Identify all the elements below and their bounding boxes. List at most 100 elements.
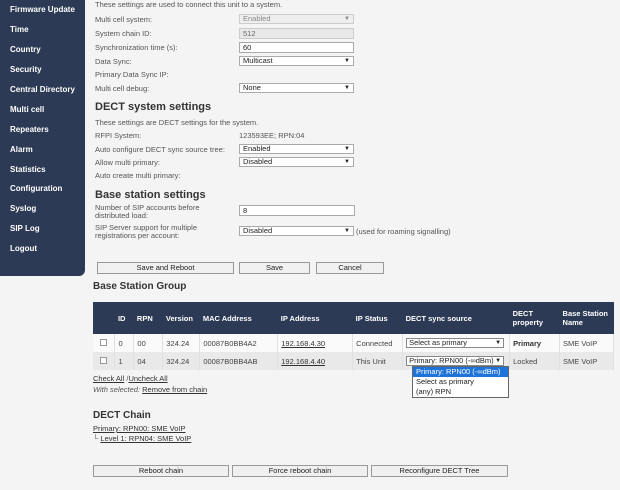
chevron-down-icon: ▼	[344, 16, 350, 22]
with-selected-label: With selected:	[93, 385, 141, 394]
cell-status: This Unit	[352, 352, 404, 370]
row-checkbox[interactable]	[100, 356, 108, 364]
sidebar-item-multi-cell[interactable]: Multi cell	[10, 105, 44, 114]
row-checkbox[interactable]	[100, 338, 108, 346]
sidebar-item-security[interactable]: Security	[10, 65, 42, 74]
multi-cell-system-select: Enabled ▼	[239, 14, 354, 24]
uncheck-all-link[interactable]: Uncheck All	[128, 374, 167, 383]
chain-primary-link[interactable]: Primary: RPN00: SME VoIP	[93, 424, 186, 433]
cell-name: SME VoIP	[559, 334, 614, 352]
cell-property: Locked	[509, 352, 561, 370]
reconfigure-dect-tree-button[interactable]: Reconfigure DECT Tree	[371, 465, 508, 477]
auto-create-label: Auto create multi primary:	[95, 171, 181, 180]
reboot-chain-button[interactable]: Reboot chain	[93, 465, 229, 477]
data-sync-label: Data Sync:	[95, 57, 132, 66]
chevron-down-icon: ▼	[344, 228, 350, 234]
cell-mac: 00087B0BB4A2	[199, 334, 279, 352]
dect-intro: These settings are DECT settings for the…	[95, 118, 259, 127]
debug-select[interactable]: None ▼	[239, 83, 354, 93]
ip-link[interactable]: 192.168.4.40	[281, 357, 325, 366]
sidebar-item-statistics[interactable]: Statistics	[10, 165, 46, 174]
check-all-link[interactable]: Check All	[93, 374, 124, 383]
col-version: Version	[162, 302, 200, 334]
cell-id: 0	[114, 334, 135, 352]
rfpi-value: 123593EE; RPN:04	[239, 131, 305, 140]
ip-link[interactable]: 192.168.4.30	[281, 339, 325, 348]
sidebar-item-country[interactable]: Country	[10, 45, 41, 54]
sip-accounts-label-2: distributed load:	[95, 211, 148, 220]
force-reboot-chain-button[interactable]: Force reboot chain	[232, 465, 368, 477]
col-ip-status: IP Status	[352, 302, 403, 334]
sip-server-note: (used for roaming signalling)	[356, 227, 451, 236]
system-chain-id-label: System chain ID:	[95, 29, 152, 38]
sidebar-item-configuration[interactable]: Configuration	[10, 184, 62, 193]
primary-sync-ip-label: Primary Data Sync IP:	[95, 70, 169, 79]
col-rpn: RPN	[133, 302, 163, 334]
sidebar-item-firmware-update[interactable]: Firmware Update	[10, 5, 75, 14]
chevron-down-icon: ▼	[495, 358, 502, 364]
multicell-intro: These settings are used to connect this …	[95, 0, 283, 9]
sidebar-item-repeaters[interactable]: Repeaters	[10, 125, 49, 134]
dect-heading: DECT system settings	[95, 101, 212, 113]
check-links: Check All /Uncheck All	[93, 374, 168, 383]
col-name: Base Station Name	[559, 302, 614, 334]
chain-level1-link[interactable]: Level 1: RPN04: SME VoIP	[100, 434, 191, 443]
sync-time-label: Synchronization time (s):	[95, 43, 178, 52]
allow-multi-select[interactable]: Disabled ▼	[239, 157, 354, 167]
table-row: 1 04 324.24 00087B0BB4AB 192.168.4.40 Th…	[93, 352, 614, 370]
remove-from-chain-link[interactable]: Remove from chain	[142, 385, 207, 394]
sidebar-item-syslog[interactable]: Syslog	[10, 204, 36, 213]
sip-server-select[interactable]: Disabled ▼	[239, 226, 354, 236]
sip-accounts-field[interactable]: 8	[239, 205, 355, 216]
auto-cfg-select[interactable]: Enabled ▼	[239, 144, 354, 154]
cell-name: SME VoIP	[559, 352, 614, 370]
cell-rpn: 04	[133, 352, 164, 370]
cell-rpn: 00	[133, 334, 164, 352]
sidebar-nav: Firmware Update Time Country Security Ce…	[0, 0, 85, 276]
with-selected-row: With selected: Remove from chain	[93, 385, 207, 394]
system-chain-id-field: 512	[239, 28, 354, 39]
allow-multi-label: Allow multi primary:	[95, 158, 161, 167]
col-property: DECT property	[509, 302, 560, 334]
sync-time-field[interactable]: 60	[239, 42, 354, 53]
chevron-down-icon: ▼	[495, 340, 502, 346]
cell-version: 324.24	[162, 334, 201, 352]
sip-server-label-2: registrations per account:	[95, 231, 180, 240]
table-header-row: ID RPN Version MAC Address IP Address IP…	[93, 302, 614, 334]
chain-heading: DECT Chain	[93, 410, 151, 421]
rfpi-label: RFPI System:	[95, 131, 142, 140]
col-mac: MAC Address	[199, 302, 278, 334]
sidebar-item-sip-log[interactable]: SIP Log	[10, 224, 40, 233]
tree-branch-icon: └	[93, 434, 99, 443]
dropdown-option[interactable]: (any) RPN	[413, 387, 508, 397]
cell-property: Primary	[509, 334, 561, 352]
col-checkbox	[93, 302, 115, 334]
save-button[interactable]: Save	[239, 262, 310, 274]
data-sync-select[interactable]: Multicast ▼	[239, 56, 354, 66]
col-sync: DECT sync source	[402, 302, 510, 334]
chevron-down-icon: ▼	[344, 58, 350, 64]
sidebar-item-central-directory[interactable]: Central Directory	[10, 85, 75, 94]
dropdown-option[interactable]: Primary: RPN00 (-∞dBm)	[413, 367, 508, 377]
sync-source-dropdown: Primary: RPN00 (-∞dBm) Select as primary…	[412, 366, 509, 398]
group-heading: Base Station Group	[93, 281, 187, 292]
debug-label: Multi cell debug:	[95, 84, 150, 93]
sidebar-item-time[interactable]: Time	[10, 25, 29, 34]
chevron-down-icon: ▼	[344, 85, 350, 91]
cell-version: 324.24	[162, 352, 201, 370]
save-and-reboot-button[interactable]: Save and Reboot	[97, 262, 234, 274]
col-id: ID	[114, 302, 134, 334]
cell-status: Connected	[352, 334, 404, 352]
multi-cell-system-label: Multi cell system:	[95, 15, 153, 24]
auto-cfg-label: Auto configure DECT sync source tree:	[95, 145, 225, 154]
chevron-down-icon: ▼	[344, 146, 350, 152]
chevron-down-icon: ▼	[344, 159, 350, 165]
sync-source-select[interactable]: Primary: RPN00 (-∞dBm) ▼	[406, 356, 505, 366]
cancel-button[interactable]: Cancel	[316, 262, 384, 274]
base-station-table: ID RPN Version MAC Address IP Address IP…	[93, 302, 614, 370]
sidebar-item-logout[interactable]: Logout	[10, 244, 37, 253]
sidebar-item-alarm[interactable]: Alarm	[10, 145, 33, 154]
col-ip: IP Address	[277, 302, 353, 334]
sync-source-select[interactable]: Select as primary ▼	[406, 338, 505, 348]
dropdown-option[interactable]: Select as primary	[413, 377, 508, 387]
